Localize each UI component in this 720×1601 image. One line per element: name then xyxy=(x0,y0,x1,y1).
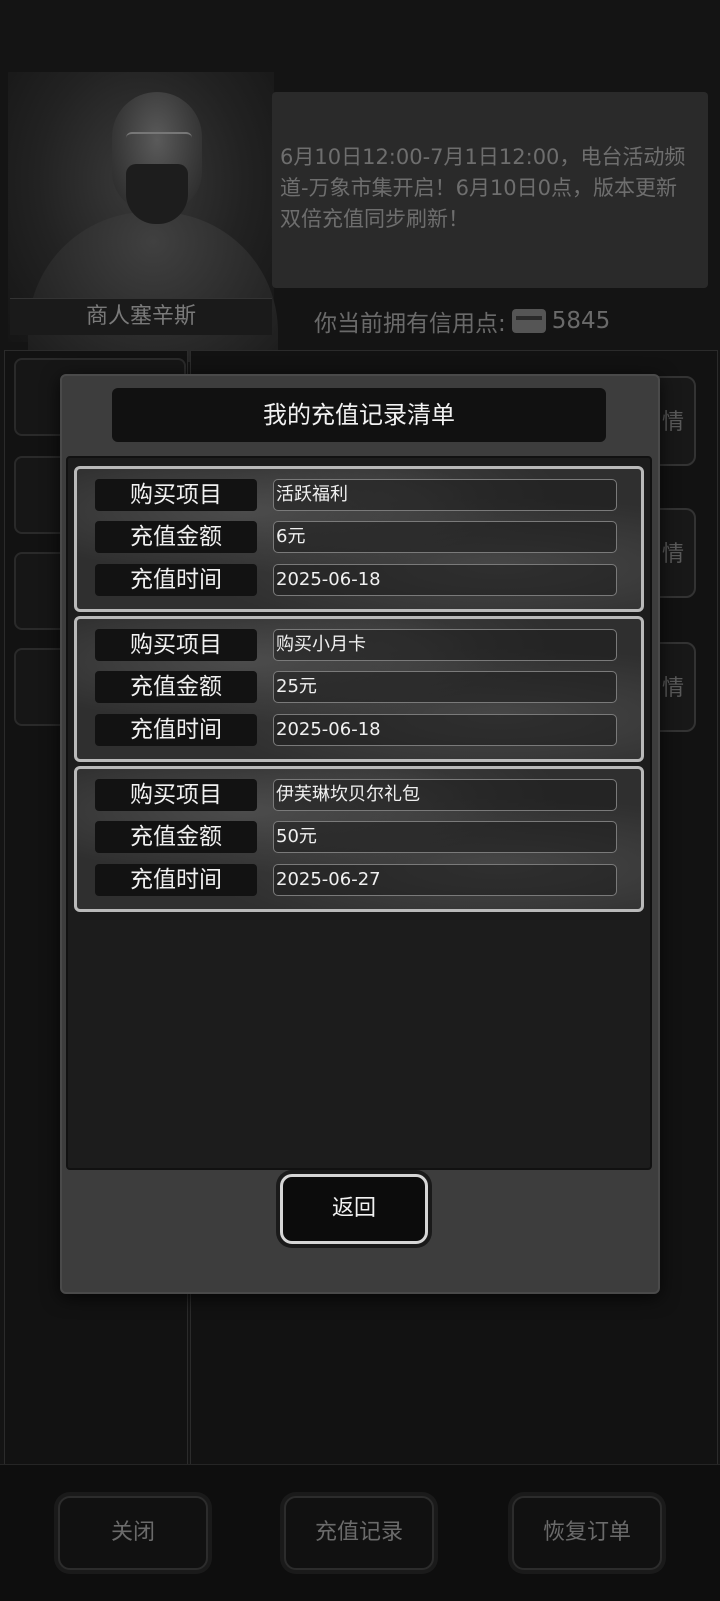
record-row-time: 充值时间 2025-06-27 xyxy=(95,864,635,898)
records-list[interactable]: 购买项目 活跃福利 充值金额 6元 充值时间 2025-06-18 购买项目 购… xyxy=(66,456,652,1170)
record-row-amount: 充值金额 6元 xyxy=(95,521,635,555)
card-icon xyxy=(511,309,546,333)
credits-display: 你当前拥有信用点: 5845 xyxy=(314,304,610,338)
item-value: 活跃福利 xyxy=(273,479,617,511)
record-card: 购买项目 购买小月卡 充值金额 25元 充值时间 2025-06-18 xyxy=(74,616,644,762)
record-card: 购买项目 活跃福利 充值金额 6元 充值时间 2025-06-18 xyxy=(74,466,644,612)
item-value: 伊芙琳坎贝尔礼包 xyxy=(273,779,617,811)
item-value: 购买小月卡 xyxy=(273,629,617,661)
notice-text: 6月10日12:00-7月1日12:00，电台活动频道-万象市集开启！6月10日… xyxy=(280,145,686,231)
back-button[interactable]: 返回 xyxy=(280,1174,428,1244)
amount-label: 充值金额 xyxy=(95,521,257,553)
amount-label: 充值金额 xyxy=(95,821,257,853)
record-row-time: 充值时间 2025-06-18 xyxy=(95,564,635,598)
record-row-item: 购买项目 活跃福利 xyxy=(95,479,635,513)
item-label: 购买项目 xyxy=(95,479,257,511)
record-row-item: 购买项目 购买小月卡 xyxy=(95,629,635,663)
record-row-amount: 充值金额 25元 xyxy=(95,671,635,705)
record-row-amount: 充值金额 50元 xyxy=(95,821,635,855)
amount-value: 25元 xyxy=(273,671,617,703)
record-row-time: 充值时间 2025-06-18 xyxy=(95,714,635,748)
portrait-body xyxy=(28,212,278,362)
restore-order-button[interactable]: 恢复订单 xyxy=(512,1496,662,1570)
notice-board: 6月10日12:00-7月1日12:00，电台活动频道-万象市集开启！6月10日… xyxy=(272,92,708,288)
item-label: 购买项目 xyxy=(95,779,257,811)
time-value: 2025-06-27 xyxy=(273,864,617,896)
record-row-item: 购买项目 伊芙琳坎贝尔礼包 xyxy=(95,779,635,813)
recharge-records-dialog: 我的充值记录清单 购买项目 活跃福利 充值金额 6元 充值时间 2025-06-… xyxy=(60,374,660,1294)
close-button[interactable]: 关闭 xyxy=(58,1496,208,1570)
time-value: 2025-06-18 xyxy=(273,564,617,596)
npc-name: 商人塞辛斯 xyxy=(10,298,272,335)
portrait-beard xyxy=(126,164,188,224)
time-value: 2025-06-18 xyxy=(273,714,617,746)
time-label: 充值时间 xyxy=(95,714,257,746)
time-label: 充值时间 xyxy=(95,564,257,596)
amount-value: 50元 xyxy=(273,821,617,853)
item-label: 购买项目 xyxy=(95,629,257,661)
recharge-records-button[interactable]: 充值记录 xyxy=(284,1496,434,1570)
time-label: 充值时间 xyxy=(95,864,257,896)
credits-label: 你当前拥有信用点: xyxy=(314,311,506,337)
amount-value: 6元 xyxy=(273,521,617,553)
dialog-title: 我的充值记录清单 xyxy=(112,388,606,442)
amount-label: 充值金额 xyxy=(95,671,257,703)
record-card: 购买项目 伊芙琳坎贝尔礼包 充值金额 50元 充值时间 2025-06-27 xyxy=(74,766,644,912)
credits-value: 5845 xyxy=(551,308,611,334)
portrait-glasses xyxy=(126,132,192,148)
